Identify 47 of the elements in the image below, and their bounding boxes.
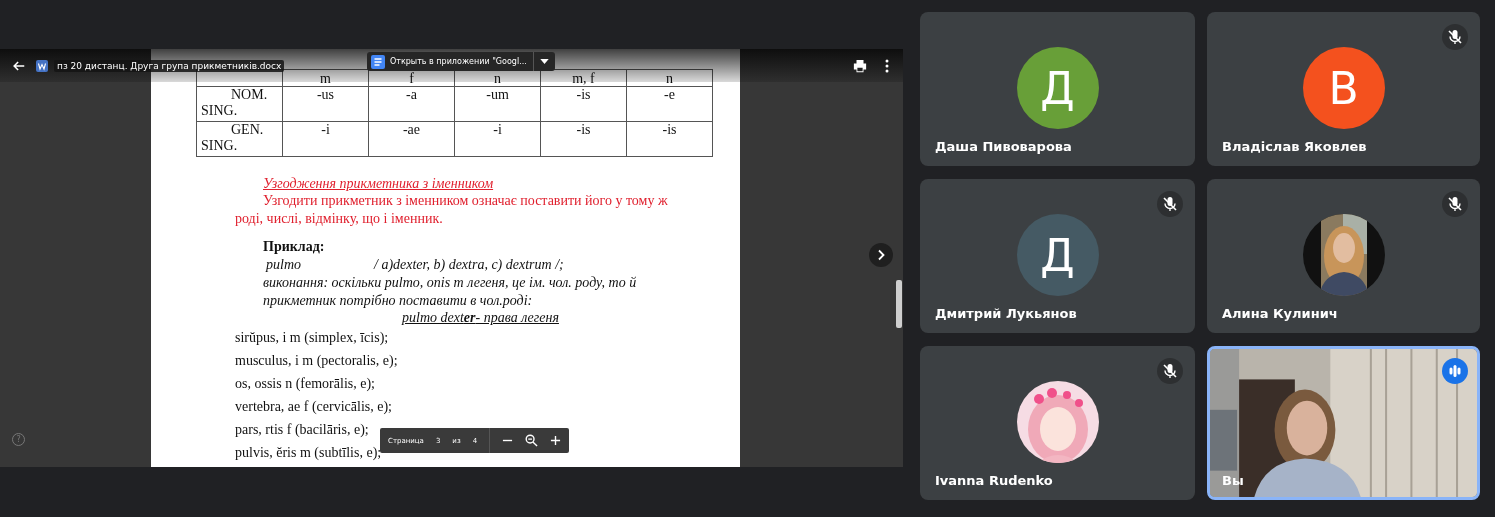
participant-name: Ivanna Rudenko [935, 473, 1053, 488]
exercise-line: os, ossis n (femorālis, e); [235, 375, 375, 393]
file-name: пз 20 дистанц. Друга група прикметників.docx [54, 59, 285, 72]
table-cell: -is [540, 121, 627, 157]
table-header-cell: n [626, 69, 713, 87]
table-cell: NOM. SING. [196, 86, 283, 122]
table-cell: GEN. SING. [196, 121, 283, 157]
table-cell: -i [282, 121, 369, 157]
next-page-button-icon[interactable] [869, 243, 893, 267]
section-heading: Узгодження прикметника з іменником [263, 175, 495, 192]
table-cell: -is [626, 121, 713, 157]
exercise-line: pulvis, ĕris m (subtīlis, e); [235, 444, 382, 462]
table-header-cell: m [282, 69, 369, 87]
example-text: прикметник потрібно поставити в чол.роді: [263, 292, 534, 310]
table-cell: -ae [368, 121, 455, 157]
example-word: pulmo [264, 256, 302, 274]
exercise-line: pars, rtis f (bacilāris, e); [235, 421, 369, 439]
participant-name: Дмитрий Лукьянов [935, 306, 1077, 321]
table-cell: -um [454, 86, 541, 122]
document-file-icon [36, 59, 48, 72]
avatar: В [1302, 47, 1385, 129]
zoom-icon[interactable] [525, 434, 539, 447]
more-options-icon[interactable] [885, 58, 889, 73]
table-cell: -e [626, 86, 713, 122]
exercise-line: sirŭpus, i m (simplex, īcis); [235, 329, 389, 347]
exercise-line: musculus, i m (pectoralis, e); [235, 352, 398, 370]
example-label: Приклад: [263, 238, 326, 256]
table-cell: -i [454, 121, 541, 157]
table-cell: -is [540, 86, 627, 122]
participant-name: Даша Пивоварова [935, 139, 1072, 154]
example-result: pulmo dexter- права легеня [402, 310, 559, 325]
speaking-indicator-icon [1442, 358, 1468, 384]
dropdown-caret-icon[interactable] [539, 59, 549, 64]
example-text: виконання: оскільки pulmo, onis m легеня, це ім. чол. роду, то й [263, 274, 638, 292]
exercise-line: vertebra, ae f (cervicālis, e); [235, 398, 392, 416]
avatar: Д [1016, 214, 1099, 296]
docs-icon [371, 54, 385, 69]
scrollbar-thumb[interactable] [896, 280, 902, 328]
participant-name: Владіслав Яковлев [1222, 139, 1367, 154]
example-options: / a)dexter, b) dextra, c) dextrum /; [374, 257, 564, 272]
rule-paragraph: Узгодити прикметник з іменником означає поставити його у тому ж роді, числі, відмінку, що і іменник. [235, 192, 669, 228]
table-cell: -a [368, 86, 455, 122]
zoom-in-icon[interactable] [550, 435, 562, 446]
avatar: Д [1016, 47, 1099, 129]
table-cell: -us [282, 86, 369, 122]
participant-name: Алина Кулинич [1222, 306, 1338, 321]
print-icon[interactable] [853, 58, 867, 73]
